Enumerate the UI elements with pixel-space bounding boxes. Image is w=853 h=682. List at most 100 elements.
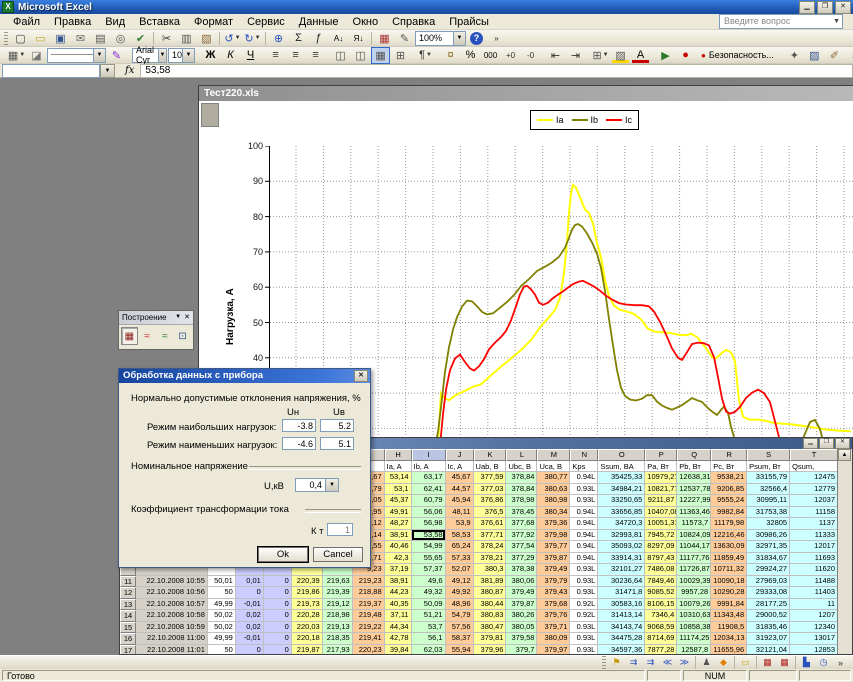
chart-blue-button[interactable]: ▙ [798,656,815,670]
cell[interactable]: 11179,98 [711,518,747,530]
cell[interactable]: 378,45 [506,507,537,519]
cell[interactable]: 10821,77 [645,484,677,496]
cell[interactable]: 62,03 [412,645,446,655]
cell[interactable]: 1137 [790,518,838,530]
ok-button[interactable]: Ok [258,547,308,562]
cell[interactable]: 11044,17 [677,541,711,553]
cell[interactable]: 8106,15 [645,599,677,611]
save-button[interactable]: ▣ [51,30,70,47]
cell[interactable]: 42,78 [385,633,412,645]
data-close-button[interactable]: ✕ [835,438,850,449]
cell[interactable]: 380,47 [474,622,507,634]
column-header-L[interactable]: L [506,449,537,461]
row-header[interactable]: 14 [120,610,136,622]
cell[interactable]: 380,09 [537,633,570,645]
cell[interactable]: 380,87 [474,587,507,599]
row-header[interactable]: 13 [120,599,136,611]
cell[interactable]: 52,07 [446,564,474,576]
field-header[interactable]: Uab, B [474,461,507,472]
sort-ascending-button[interactable]: А↓ [329,30,348,47]
column-header-O[interactable]: O [598,449,645,461]
cell[interactable]: 0 [264,610,292,622]
dialog-close-icon[interactable]: ✕ [354,370,368,382]
column-header-J[interactable]: J [446,449,474,461]
cell[interactable]: 44,57 [446,484,474,496]
cell[interactable]: 220,28 [292,610,323,622]
field-header[interactable]: Ib, A [412,461,446,472]
cell[interactable]: 12779 [790,484,838,496]
cell[interactable]: 8714,69 [645,633,677,645]
insert-hyperlink-button[interactable]: ⊕ [269,30,288,47]
cell[interactable]: 56,1 [412,633,446,645]
cell[interactable]: 50,09 [412,599,446,611]
cell[interactable]: 10824,09 [677,530,711,542]
cell[interactable]: 8797,43 [645,553,677,565]
align-center-button[interactable]: ≡ [286,47,305,64]
fill-color-button[interactable]: ▨ [611,47,630,64]
menu-item-2[interactable]: Правка [47,15,98,29]
italic-button[interactable]: К [221,47,240,64]
cell[interactable]: 44,34 [385,622,412,634]
min-load-uv-input[interactable] [320,437,354,450]
merge-cells-a-button[interactable]: ◫ [331,47,350,64]
cell[interactable]: 50,02 [208,610,236,622]
collapse-right-button[interactable]: ≫ [676,656,693,670]
cell[interactable]: 0.93L [570,622,598,634]
cell[interactable]: 7945,72 [645,530,677,542]
cell[interactable]: 39,84 [385,645,412,655]
max-load-uv-input[interactable] [320,419,354,432]
cell[interactable]: 0 [236,587,264,599]
collapse-left-button[interactable]: ≪ [659,656,676,670]
field-header[interactable]: Ic, A [446,461,474,472]
cell[interactable]: 379,98 [537,530,570,542]
drawing-button[interactable]: ✎ [395,30,414,47]
cell[interactable]: 13017 [790,633,838,645]
red-chart-button[interactable]: ≈ [139,327,156,345]
cell[interactable]: 0 [236,645,264,655]
cell[interactable]: 0,02 [236,622,264,634]
cell[interactable]: 54,99 [412,541,446,553]
cell[interactable]: 217,93 [323,645,353,655]
cell[interactable]: 0.94L [570,530,598,542]
cell[interactable]: 30986,26 [747,530,790,542]
cell[interactable]: 49,12 [446,576,474,588]
cell[interactable]: 379,77 [537,541,570,553]
cell[interactable]: 219,41 [353,633,385,645]
menu-item-10[interactable]: Прайсы [442,15,496,29]
cell[interactable]: 49,91 [385,507,412,519]
green-chart-button[interactable]: ≈ [157,327,174,345]
cell[interactable]: 45,37 [385,495,412,507]
cell[interactable]: 10310,63 [677,610,711,622]
cell[interactable]: -0,01 [236,599,264,611]
cell[interactable]: 10051,31 [645,518,677,530]
build-toolbar-titlebar[interactable]: Построение ▼ ✕ [119,311,193,325]
line-style-button[interactable]: ———————▼ [47,48,106,63]
cell[interactable]: 376,86 [474,495,507,507]
insert-function-button[interactable]: ƒ [309,30,328,47]
cell[interactable]: 0.93L [570,633,598,645]
cell[interactable]: 11 [790,599,838,611]
cell[interactable]: 35425,33 [598,472,645,484]
cell[interactable]: 31471,8 [598,587,645,599]
cell[interactable]: 22.10.2008 11:00 [136,633,208,645]
cell[interactable]: 58,53 [446,530,474,542]
cell[interactable]: 65,24 [446,541,474,553]
row-header[interactable]: 12 [120,587,136,599]
decrease-indent-button[interactable]: ⇤ [546,47,565,64]
column-header-N[interactable]: N [570,449,598,461]
folder-button[interactable]: ▭ [737,656,754,670]
security-button[interactable]: ●Безопасность... [696,47,779,64]
cell[interactable]: 60,79 [412,495,446,507]
cell[interactable]: 31834,67 [747,553,790,565]
merge-cells-b-button[interactable]: ◫ [351,47,370,64]
cell[interactable]: 219,22 [353,622,385,634]
person-button[interactable]: ♟ [698,656,715,670]
formula-input[interactable]: 53,58 [140,64,853,78]
cell[interactable]: 12034,13 [711,633,747,645]
cell[interactable]: 219,73 [292,599,323,611]
overflow-button[interactable]: » [487,30,506,47]
cell[interactable]: 379,49 [537,564,570,576]
cell[interactable]: 9538,21 [711,472,747,484]
cell[interactable]: 379,81 [474,633,507,645]
cell[interactable]: 33155,79 [747,472,790,484]
